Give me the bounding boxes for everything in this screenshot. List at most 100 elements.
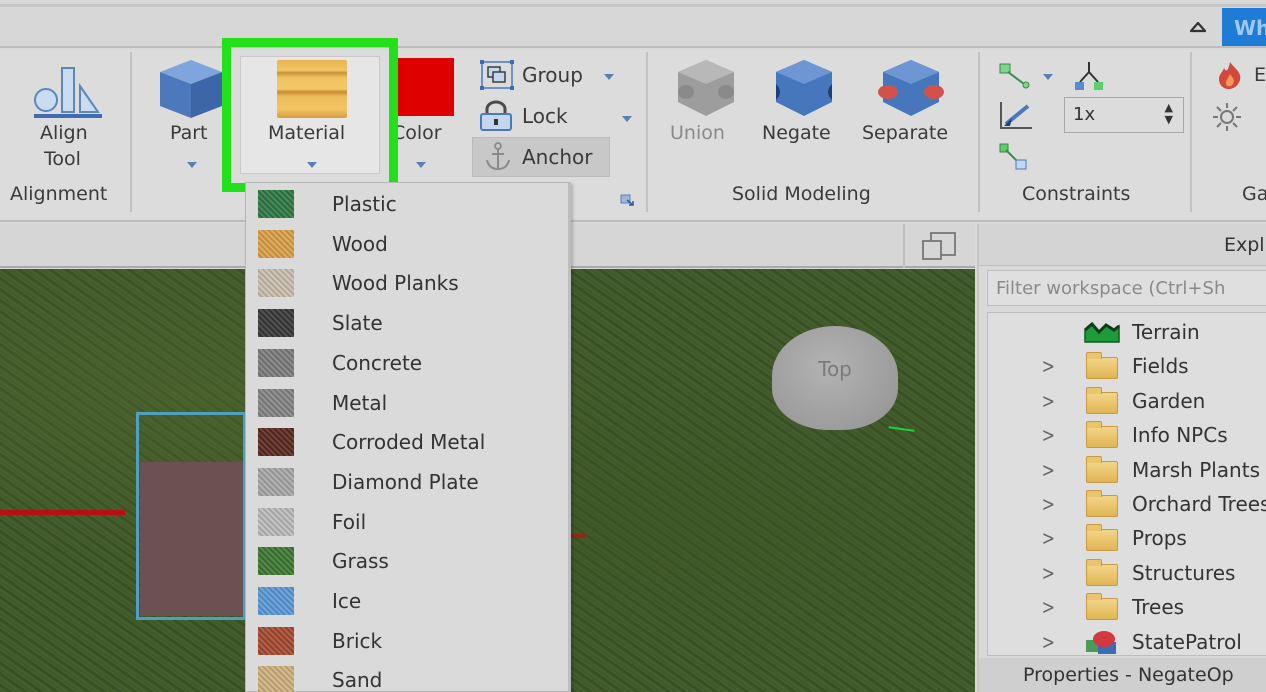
explorer-filter-input[interactable]: Filter workspace (Ctrl+Sh	[987, 270, 1266, 306]
material-item-metal[interactable]: Metal	[246, 383, 566, 423]
lighting-sun-icon[interactable]	[1212, 102, 1242, 132]
expand-chevron-icon[interactable]: >	[1042, 561, 1055, 585]
material-item-brick[interactable]: Brick	[246, 621, 566, 661]
explorer-item-terrain[interactable]: Terrain	[988, 315, 1266, 349]
explorer-item-marsh-plants[interactable]: > Marsh Plants	[988, 453, 1266, 487]
material-item-sand[interactable]: Sand	[246, 660, 566, 692]
lock-label: Lock	[522, 104, 568, 128]
top-divider	[0, 4, 1266, 7]
union-label: Union	[670, 122, 725, 144]
part-dropdown-arrow[interactable]	[187, 162, 197, 168]
lock-dropdown-arrow[interactable]	[622, 116, 632, 122]
effects-label: E	[1254, 64, 1266, 86]
expand-chevron-icon[interactable]: >	[1042, 458, 1055, 482]
material-swatch-icon	[258, 388, 294, 417]
material-item-ice[interactable]: Ice	[246, 581, 566, 621]
explorer-item-label: Props	[1132, 526, 1187, 551]
material-item-wood[interactable]: Wood	[246, 224, 566, 264]
scale-spinner[interactable]: ▲ ▼	[1165, 102, 1173, 126]
properties-title: Properties - NegateOp	[979, 658, 1266, 692]
union-icon	[678, 60, 734, 116]
explorer-item-label: Fields	[1132, 354, 1189, 379]
expand-chevron-icon[interactable]: >	[1042, 630, 1055, 654]
material-swatch-icon	[258, 428, 294, 457]
align-tool-button[interactable]: Align Tool	[22, 58, 112, 178]
terrain-icon	[1084, 320, 1120, 344]
material-highlight-box	[222, 38, 398, 192]
explorer-item-label: Info NPCs	[1132, 423, 1228, 448]
viewport-layout-button[interactable]	[903, 224, 973, 268]
lock-button[interactable]: Lock	[478, 100, 568, 132]
material-item-slate[interactable]: Slate	[246, 303, 566, 343]
ribbon-separator	[130, 52, 132, 212]
separate-button[interactable]: Separate	[862, 58, 962, 158]
folder-icon	[1084, 352, 1118, 380]
ribbon-separator	[646, 52, 648, 212]
constraint-attachment-icon[interactable]	[998, 62, 1034, 90]
folder-shape	[1086, 421, 1118, 449]
material-dropdown-menu: Plastic Wood Wood Planks Slate Concrete Metal…	[245, 182, 571, 692]
explorer-item-statepatrol[interactable]: > StatePatrol	[988, 625, 1266, 659]
material-item-label: Foil	[332, 509, 367, 534]
collapse-ribbon-button[interactable]	[1184, 14, 1212, 40]
material-item-label: Brick	[332, 628, 383, 653]
chevron-up-icon	[1189, 21, 1207, 33]
alignment-group-label: Alignment	[10, 183, 108, 205]
group-dropdown-arrow[interactable]	[604, 74, 614, 80]
material-item-corroded-metal[interactable]: Corroded Metal	[246, 422, 566, 462]
material-item-foil[interactable]: Foil	[246, 502, 566, 542]
explorer-title: Expl	[979, 224, 1266, 266]
constraint-hierarchy-icon[interactable]	[1074, 60, 1104, 92]
material-swatch-icon	[258, 547, 294, 576]
gameplay-group-label: Ga	[1242, 183, 1266, 205]
constraint-attachment2-icon[interactable]	[998, 142, 1030, 172]
expand-chevron-icon[interactable]: >	[1042, 389, 1055, 413]
folder-icon	[1084, 421, 1118, 449]
explorer-item-label: Trees	[1132, 595, 1185, 620]
explorer-item-label: Terrain	[1132, 320, 1200, 344]
explorer-item-info-npcs[interactable]: > Info NPCs	[988, 418, 1266, 452]
explorer-item-props[interactable]: > Props	[988, 521, 1266, 555]
scale-input[interactable]: 1x ▲ ▼	[1064, 97, 1184, 133]
scale-value: 1x	[1073, 104, 1096, 125]
material-item-grass[interactable]: Grass	[246, 541, 566, 581]
effects-fire-icon[interactable]	[1216, 60, 1244, 90]
material-swatch-icon	[258, 229, 294, 258]
material-item-diamond-plate[interactable]: Diamond Plate	[246, 462, 566, 502]
expand-chevron-icon[interactable]: >	[1042, 526, 1055, 550]
lock-icon	[480, 100, 512, 131]
separate-icon	[878, 60, 944, 116]
expand-chevron-icon[interactable]: >	[1042, 595, 1055, 619]
color-dropdown-arrow[interactable]	[416, 162, 426, 168]
explorer-item-fields[interactable]: > Fields	[988, 349, 1266, 383]
material-swatch-icon	[258, 507, 294, 536]
constraint-weld-icon[interactable]	[998, 100, 1034, 132]
folder-icon	[1084, 593, 1118, 621]
expand-chevron-icon[interactable]: >	[1042, 492, 1055, 516]
folder-icon	[1084, 386, 1118, 414]
color-button[interactable]: Color	[392, 56, 462, 176]
explorer-item-structures[interactable]: > Structures	[988, 556, 1266, 590]
user-tab[interactable]: Wh	[1222, 8, 1266, 46]
union-button[interactable]: Union	[668, 58, 744, 158]
group-button[interactable]: Group	[480, 60, 583, 90]
title-bar: Wh	[0, 0, 1266, 48]
constraint-dropdown-arrow[interactable]	[1043, 74, 1053, 80]
expand-chevron-icon[interactable]: >	[1042, 354, 1055, 378]
material-item-wood-planks[interactable]: Wood Planks	[246, 263, 566, 303]
x-axis-handle[interactable]	[0, 510, 125, 515]
group-label: Group	[522, 63, 583, 87]
material-item-plastic[interactable]: Plastic	[246, 184, 566, 224]
negate-button[interactable]: Negate	[762, 58, 846, 158]
explorer-item-garden[interactable]: > Garden	[988, 384, 1266, 418]
expand-chevron-icon[interactable]: >	[1042, 423, 1055, 447]
material-swatch-icon	[258, 467, 294, 496]
material-item-concrete[interactable]: Concrete	[246, 343, 566, 383]
part-cube-icon	[160, 60, 222, 118]
part-group-expand-icon[interactable]	[620, 194, 634, 206]
explorer-item-orchard-trees[interactable]: > Orchard Trees	[988, 487, 1266, 521]
folder-shape	[1086, 593, 1118, 621]
explorer-item-trees[interactable]: > Trees	[988, 590, 1266, 624]
constraints-group-label: Constraints	[1022, 183, 1131, 205]
view-cube[interactable]: Top	[772, 326, 898, 430]
